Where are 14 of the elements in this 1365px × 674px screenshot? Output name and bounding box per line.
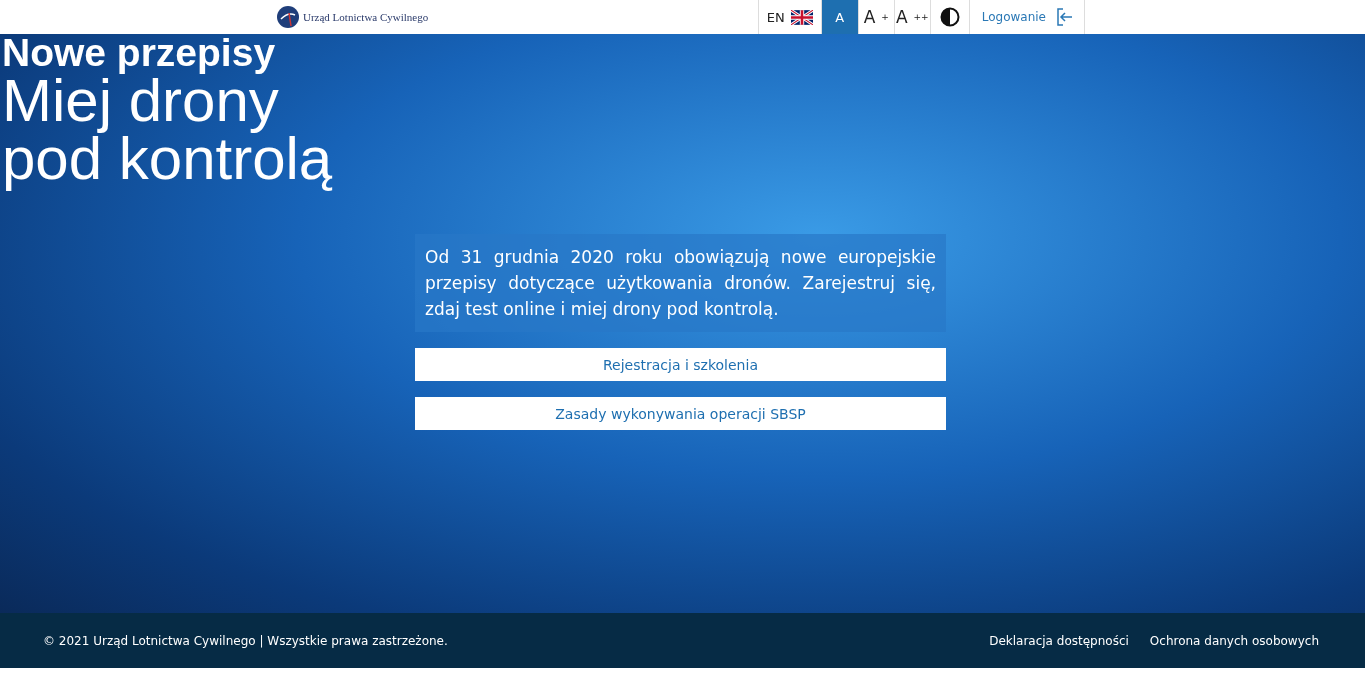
footer-link[interactable]: Deklaracja dostępności bbox=[989, 633, 1129, 648]
hero-kicker: Nowe przepisy bbox=[2, 34, 277, 72]
logo-icon bbox=[277, 6, 299, 28]
flag-icon bbox=[790, 9, 813, 25]
font-size-button[interactable]: A bbox=[821, 0, 859, 34]
copyright-text: © 2021 Urząd Lotnictwa Cywilnego | Wszystkie prawa zastrzeżone. bbox=[43, 633, 448, 648]
organization-name: Urząd Lotnictwa Cywilnego bbox=[303, 11, 429, 23]
footer-link[interactable]: Ochrona danych osobowych bbox=[1149, 633, 1319, 648]
intro-text: Od 31 grudnia 2020 roku obowiązują nowe europejskie przepisy dotyczące użytkowania dronów. Zarejestruj się, zdaj test online i miej drony pod kontrolą. bbox=[415, 234, 946, 332]
font-size-button[interactable]: A$^{++}$ bbox=[894, 0, 931, 34]
login-icon bbox=[1056, 8, 1074, 26]
contrast-icon bbox=[939, 7, 960, 27]
hero-button[interactable]: Zasady wykonywania operacji SBSP bbox=[415, 397, 946, 430]
hero-button[interactable]: Rejestracja i szkolenia bbox=[415, 348, 946, 381]
